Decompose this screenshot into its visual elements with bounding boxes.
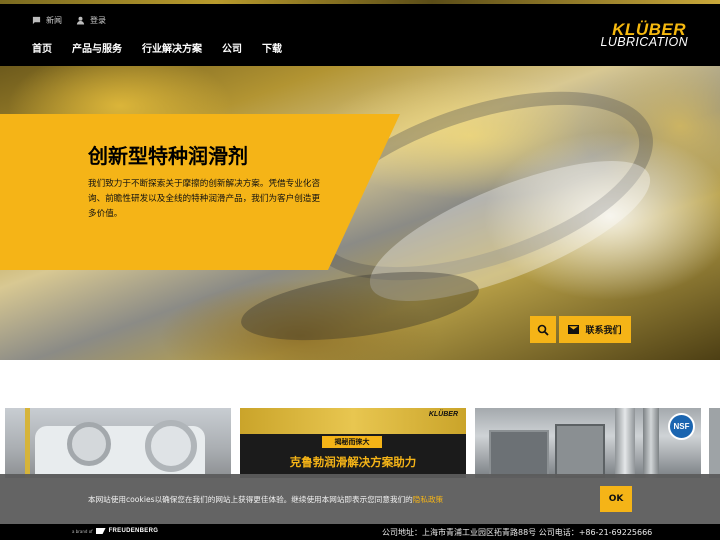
card-headline: 克鲁勃润滑解决方案助力 [289,455,417,469]
card-pipe-2 [643,408,659,478]
contact-us-label: 联系我们 [585,326,622,336]
search-button[interactable] [530,316,556,343]
cookie-text: 本网站使用cookies以确保您在我们的网站上获得更佳体验。继续使用本网站即表示… [88,494,443,505]
nav-company[interactable]: 公司 [222,40,242,55]
page: 新闻 登录 首页 产品与服务 行业解决方案 公司 下载 KLÜBER LUBRI… [0,0,720,540]
login-link[interactable]: 登录 [76,15,106,26]
chat-icon [32,16,41,25]
card-pipe [615,408,635,478]
freudenberg-name: FREUDENBERG [108,528,159,534]
site-header: 新闻 登录 首页 产品与服务 行业解决方案 公司 下载 KLÜBER LUBRI… [0,0,720,66]
site-footer: a brand of FREUDENBERG 公司地址：上海市青浦工业园区拓青路… [0,524,720,540]
hero-title: 创新型特种润滑剂 [88,144,248,168]
login-label: 登录 [90,16,106,25]
card-cabinet [489,430,549,478]
nsf-badge: NSF [668,413,695,440]
logo-lubrication: LUBRICATION [600,35,688,49]
freudenberg-tagline: a brand of [72,528,93,534]
card-drum-small [67,422,111,466]
card-pole [25,408,30,478]
user-icon [76,16,85,25]
privacy-policy-link[interactable]: 隐私政策 [413,495,443,504]
freudenberg-mark-icon [95,528,106,534]
header-top-stripe [0,0,720,4]
news-link[interactable]: 新闻 [32,15,62,26]
nav-products-services[interactable]: 产品与服务 [72,40,122,55]
hero-description: 我们致力于不断探索关于摩擦的创新解决方案。凭借专业化咨询、前瞻性研发以及全线的特… [88,179,321,219]
main-nav: 首页 产品与服务 行业解决方案 公司 下载 [32,40,282,55]
cookie-message: 本网站使用cookies以确保您在我们的网站上获得更佳体验。继续使用本网站即表示… [88,495,413,504]
cookie-ok-button[interactable]: OK [600,486,632,512]
search-icon [537,324,549,336]
utility-nav: 新闻 登录 [32,15,106,26]
card-partial[interactable] [709,408,720,478]
card-cabinet-2 [555,424,605,478]
card-kluber-logo: KLÜBER [428,411,458,418]
footer-address: 公司地址：上海市青浦工业园区拓青路88号 公司电话：+86-21-6922566… [382,528,653,537]
card-badge: 揭秘而徕大 [322,436,382,448]
card-marine-solutions[interactable]: KLÜBER 揭秘而徕大 克鲁勃润滑解决方案助力 [240,408,466,478]
card-nsf-certified[interactable]: NSF [475,408,701,478]
nav-downloads[interactable]: 下载 [262,40,282,55]
card-drum-large [145,420,197,472]
news-label: 新闻 [46,16,62,25]
freudenberg-logo[interactable]: a brand of FREUDENBERG [72,528,158,534]
contact-us-button[interactable]: 联系我们 [559,316,631,343]
kluber-logo[interactable]: KLÜBER LUBRICATION [596,18,688,52]
cookie-banner: 本网站使用cookies以确保您在我们的网站上获得更佳体验。继续使用本网站即表示… [0,474,720,524]
card-industrial-machinery[interactable] [5,408,231,478]
nav-industry-solutions[interactable]: 行业解决方案 [142,40,202,55]
nav-home[interactable]: 首页 [32,40,52,55]
mail-icon [568,325,580,334]
